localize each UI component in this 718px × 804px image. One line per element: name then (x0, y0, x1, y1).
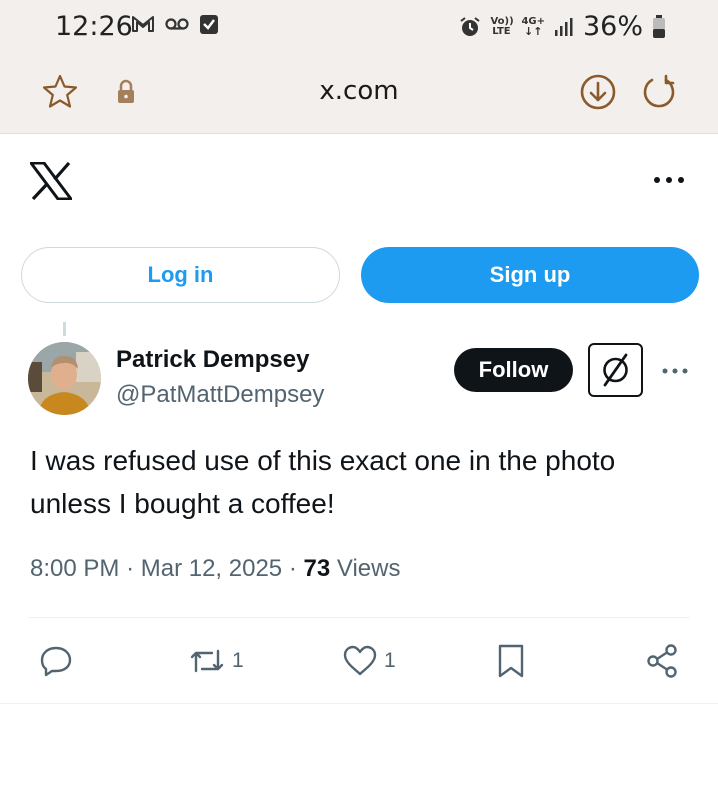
meta-separator: · (288, 555, 304, 582)
avatar[interactable] (28, 342, 101, 415)
bookmark-icon (498, 644, 524, 678)
task-check-icon (200, 15, 218, 34)
views-count: 73 (303, 555, 331, 582)
views-label: Views (336, 555, 401, 582)
follow-button[interactable]: Follow (454, 348, 573, 392)
tweet-more-icon[interactable] (661, 364, 689, 378)
status-bar: 12:26 Vo)) LTE 4G+ ↓↑ 36% (0, 0, 718, 52)
network-4g-indicator: 4G+ ↓↑ (521, 15, 545, 38)
like-button[interactable]: 1 (342, 643, 396, 679)
notification-icons (131, 13, 219, 35)
divider (0, 703, 718, 704)
share-button[interactable] (644, 643, 680, 679)
browser-toolbar: x.com (0, 52, 718, 134)
retweet-button[interactable]: 1 (188, 643, 244, 679)
like-count: 1 (384, 649, 396, 672)
retweet-count: 1 (232, 649, 244, 672)
tweet-meta: 8:00 PM · Mar 12, 2025 · 73 Views (30, 555, 400, 583)
reply-button[interactable] (38, 643, 74, 679)
x-logo-icon[interactable] (30, 162, 72, 200)
battery-percent: 36% (582, 11, 643, 42)
divider (28, 617, 690, 618)
grok-button[interactable] (588, 343, 643, 397)
signal-icon (554, 17, 573, 36)
tweet-text: I was refused use of this exact one in t… (30, 445, 616, 519)
author-handle[interactable]: @PatMattDempsey (116, 381, 324, 409)
tweet-time[interactable]: 8:00 PM (30, 555, 119, 582)
author-name[interactable]: Patrick Dempsey (116, 346, 309, 374)
retweet-icon (190, 649, 224, 673)
download-icon[interactable] (578, 72, 618, 112)
gmail-icon (132, 16, 154, 32)
login-button[interactable]: Log in (21, 247, 340, 303)
battery-icon (653, 14, 665, 38)
reload-icon[interactable] (639, 72, 679, 112)
reply-icon (40, 646, 72, 677)
signup-button[interactable]: Sign up (361, 247, 699, 303)
thread-connector-line (63, 322, 66, 336)
status-time: 12:26 (55, 11, 133, 42)
voicemail-icon (165, 18, 189, 30)
grok-icon (603, 353, 628, 387)
alarm-icon (460, 16, 481, 36)
system-icons: Vo)) LTE 4G+ ↓↑ 36% (459, 11, 666, 42)
bookmark-button[interactable] (494, 643, 528, 679)
tweet-date[interactable]: Mar 12, 2025 (141, 555, 282, 582)
more-options-icon[interactable] (652, 172, 686, 188)
share-icon (647, 644, 677, 678)
heart-icon (343, 645, 377, 676)
meta-separator: · (126, 555, 141, 582)
volte-indicator: Vo)) LTE (490, 15, 514, 37)
